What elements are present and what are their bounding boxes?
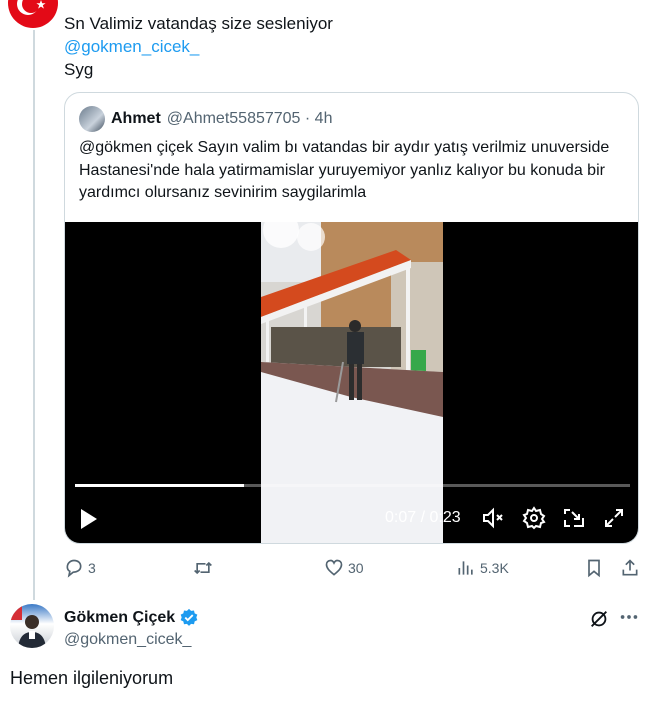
reply-icon <box>66 559 82 578</box>
views-chart-icon <box>458 561 473 575</box>
fullscreen-icon[interactable] <box>602 506 626 530</box>
pip-icon[interactable] <box>562 506 586 530</box>
volume-icon[interactable] <box>481 506 505 530</box>
quoted-tweet-header: Ahmet @Ahmet55857705 · 4h <box>79 105 332 133</box>
bookmark-icon <box>588 559 600 578</box>
settings-icon[interactable] <box>522 506 546 530</box>
quoted-author-handle-time: @Ahmet55857705 · 4h <box>166 110 333 127</box>
like-button[interactable]: 30 <box>324 558 364 578</box>
author-avatar[interactable] <box>10 604 54 648</box>
quoted-author-name[interactable]: Ahmet <box>111 110 161 128</box>
turkish-flag-icon <box>17 0 46 15</box>
video-progress-bar[interactable] <box>75 484 630 487</box>
author-handle[interactable]: @gokmen_cicek_ <box>64 631 191 649</box>
quoted-tweet-text: @gökmen çiçek Sayın valim bı vatandas bi… <box>79 139 610 201</box>
reply-tweet-text: Sn Valimiz vatandaş size sesleniyor @gok… <box>64 12 333 81</box>
author-photo-image <box>10 604 46 648</box>
quoted-tweet-card[interactable]: Ahmet @Ahmet55857705 · 4h @gökmen çiçek … <box>64 92 639 544</box>
video-progress-fill <box>75 484 244 487</box>
verified-badge-icon <box>180 608 198 626</box>
main-tweet-text: Hemen ilgileniyorum <box>10 668 174 688</box>
author-name[interactable]: Gökmen Çiçek <box>64 609 175 627</box>
more-options-icon[interactable] <box>618 606 640 633</box>
retweet-icon <box>194 561 212 575</box>
reply-button[interactable]: 3 <box>64 558 96 578</box>
play-icon[interactable] <box>79 508 99 530</box>
retweet-button[interactable] <box>192 558 218 578</box>
replier-avatar[interactable] <box>8 0 58 28</box>
grok-icon[interactable] <box>588 608 610 635</box>
video-time-readout: 0:07 / 0:23 <box>385 509 461 526</box>
views-count: 5.3K <box>480 560 509 576</box>
thread-connector-line <box>33 30 35 600</box>
heart-icon <box>325 559 343 576</box>
like-count: 30 <box>348 560 364 576</box>
share-icon <box>622 559 638 576</box>
video-player[interactable]: 0:07 / 0:23 <box>65 222 638 543</box>
views-button[interactable]: 5.3K <box>456 558 509 578</box>
tweet-action-bar: 3 30 5.3K <box>64 558 644 582</box>
video-scene-image <box>261 222 443 543</box>
reply-mention-link[interactable]: @gokmen_cicek_ <box>64 35 333 58</box>
quoted-author-avatar[interactable] <box>79 106 105 132</box>
reply-count: 3 <box>88 560 96 576</box>
bookmark-button[interactable] <box>584 558 608 578</box>
reply-line-1: Sn Valimiz vatandaş size sesleniyor <box>64 14 333 33</box>
video-frame <box>261 222 443 543</box>
share-button[interactable] <box>620 558 644 578</box>
reply-line-3: Syg <box>64 60 94 79</box>
author-name-row[interactable]: Gökmen Çiçek <box>64 608 199 628</box>
